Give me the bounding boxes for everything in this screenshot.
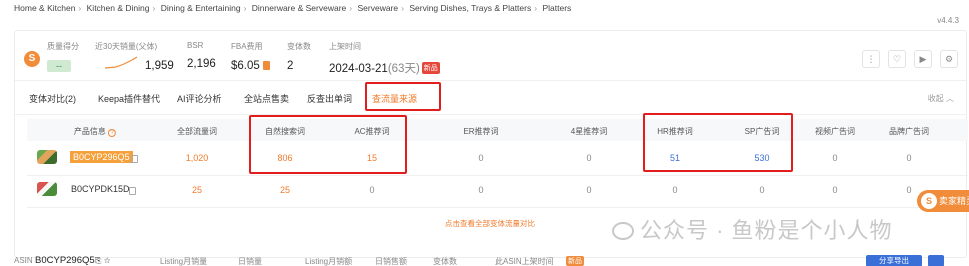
breadcrumb-item[interactable]: Serving Dishes, Trays & Platters bbox=[409, 3, 531, 13]
table-cell: 0 bbox=[586, 185, 592, 195]
table-cell[interactable]: 25 bbox=[192, 185, 202, 195]
bottom-bar: ASIN B0CYP296Q5 ⎘ ☆ Listing月销量 日销量 Listi… bbox=[0, 254, 969, 266]
info-icon[interactable]: ? bbox=[108, 129, 117, 137]
version-label: v4.4.3 bbox=[937, 16, 959, 25]
column-header: 4星推荐词 bbox=[570, 127, 608, 136]
product-thumbnail[interactable] bbox=[37, 150, 57, 164]
breadcrumb-item[interactable]: Serveware bbox=[357, 3, 398, 13]
heart-icon[interactable]: ♡ bbox=[888, 50, 906, 68]
breadcrumb-item[interactable]: Dinnerware & Serveware bbox=[252, 3, 346, 13]
stat-bsr: BSR 2,196 bbox=[187, 41, 216, 70]
sellersprite-logo-icon: S bbox=[24, 51, 40, 67]
row-divider bbox=[27, 207, 968, 208]
field-label: 此ASIN上架时间 bbox=[495, 257, 554, 266]
breadcrumb-item[interactable]: Home & Kitchen bbox=[14, 3, 75, 13]
sales-trend-sparkline[interactable] bbox=[104, 55, 138, 69]
column-header: ER推荐词 bbox=[463, 127, 499, 136]
asin-label: ASIN bbox=[14, 256, 33, 265]
stats-row: S 质量得分 -- 近30天销量(父体) 1,959 BSR 2,196 FBA… bbox=[15, 31, 966, 81]
stat-fba: FBA费用 $6.05 bbox=[231, 41, 270, 72]
table-cell: 0 bbox=[586, 153, 592, 163]
table-cell[interactable]: 1,020 bbox=[186, 153, 209, 163]
column-header: 视频广告词 bbox=[815, 127, 855, 136]
new-product-badge: 新品 bbox=[421, 62, 440, 74]
new-product-badge: 新品 bbox=[566, 256, 584, 266]
table-cell: 0 bbox=[832, 185, 838, 195]
column-header: 全部流量词 bbox=[177, 127, 217, 136]
asin-link[interactable]: B0CYP296Q5 bbox=[70, 151, 133, 163]
sellersprite-logo-icon: S bbox=[921, 193, 937, 209]
highlight-box-organic-ac bbox=[249, 115, 407, 174]
column-header: 品牌广告词 bbox=[889, 127, 929, 136]
watermark: 公众号 · 鱼粉是个小人物 bbox=[612, 213, 893, 245]
column-header: 产品信息 ? bbox=[74, 126, 117, 137]
breadcrumb-item[interactable]: Dining & Entertaining bbox=[161, 3, 241, 13]
stat-launch: 上架时间 2024-03-21(63天) 新品 bbox=[329, 42, 440, 75]
tab-reverse-keywords[interactable]: 反查出单词 bbox=[307, 92, 352, 105]
table-cell[interactable]: 25 bbox=[280, 185, 290, 195]
highlight-box-hr-sp bbox=[643, 113, 793, 172]
breadcrumb-item[interactable]: Kitchen & Dining bbox=[87, 3, 150, 13]
tab-variant-compare[interactable]: 变体对比(2) bbox=[29, 92, 76, 105]
field-label: 日销售额 bbox=[375, 257, 407, 266]
tab-ai-review[interactable]: AI评论分析 bbox=[177, 92, 222, 105]
stat-quality: 质量得分 -- bbox=[47, 42, 79, 72]
share-export-button[interactable]: 分享导出 bbox=[866, 255, 922, 266]
field-label: Listing月销额 bbox=[305, 257, 353, 266]
tab-keepa[interactable]: Keepa插件替代 bbox=[98, 92, 160, 105]
bottom-asin: B0CYP296Q5 bbox=[35, 255, 95, 266]
toolbar-icons: ⋮ ♡ ▶ ⚙ bbox=[862, 50, 958, 68]
table-cell: 0 bbox=[906, 185, 912, 195]
product-thumbnail[interactable] bbox=[37, 182, 57, 196]
row-divider bbox=[27, 175, 968, 176]
field-label: Listing月销量 bbox=[160, 257, 208, 266]
more-icon[interactable]: ⋮ bbox=[862, 50, 880, 68]
field-label: 日销量 bbox=[238, 257, 262, 266]
action-icon[interactable] bbox=[928, 255, 944, 266]
copy-icon[interactable]: ⎘ ☆ bbox=[95, 256, 111, 266]
breadcrumb: Home & Kitchen › Kitchen & Dining › Dining… bbox=[14, 3, 572, 13]
table-cell: 0 bbox=[906, 153, 912, 163]
tab-bar: 变体对比(2) Keepa插件替代 AI评论分析 全站点售卖 反查出单词 查流量… bbox=[15, 81, 966, 115]
wechat-icon bbox=[612, 222, 634, 240]
stat-variants: 变体数 2 bbox=[287, 42, 311, 72]
tab-all-sites[interactable]: 全站点售卖 bbox=[244, 92, 289, 105]
copy-icon[interactable] bbox=[131, 155, 138, 163]
table-cell: 0 bbox=[759, 185, 765, 195]
calculator-icon[interactable] bbox=[262, 61, 270, 70]
field-label: 变体数 bbox=[433, 257, 457, 266]
table-cell: 0 bbox=[478, 185, 484, 195]
sellersprite-float-tab[interactable]: S卖家精灵 bbox=[917, 190, 969, 212]
table-cell: 0 bbox=[369, 185, 375, 195]
collapse-button[interactable]: 收起 ︿ bbox=[928, 93, 954, 104]
asin-link[interactable]: B0CYPDK15D bbox=[71, 184, 130, 194]
copy-icon[interactable] bbox=[129, 187, 136, 195]
view-all-variants-link[interactable]: 点击查看全部变体流量对比 bbox=[445, 218, 535, 229]
video-icon[interactable]: ▶ bbox=[914, 50, 932, 68]
quality-score-badge: -- bbox=[47, 60, 71, 72]
highlight-box-tab bbox=[365, 82, 441, 111]
breadcrumb-item[interactable]: Platters bbox=[542, 3, 571, 13]
table-cell: 0 bbox=[832, 153, 838, 163]
table-cell: 0 bbox=[478, 153, 484, 163]
settings-icon[interactable]: ⚙ bbox=[940, 50, 958, 68]
table-cell: 0 bbox=[672, 185, 678, 195]
